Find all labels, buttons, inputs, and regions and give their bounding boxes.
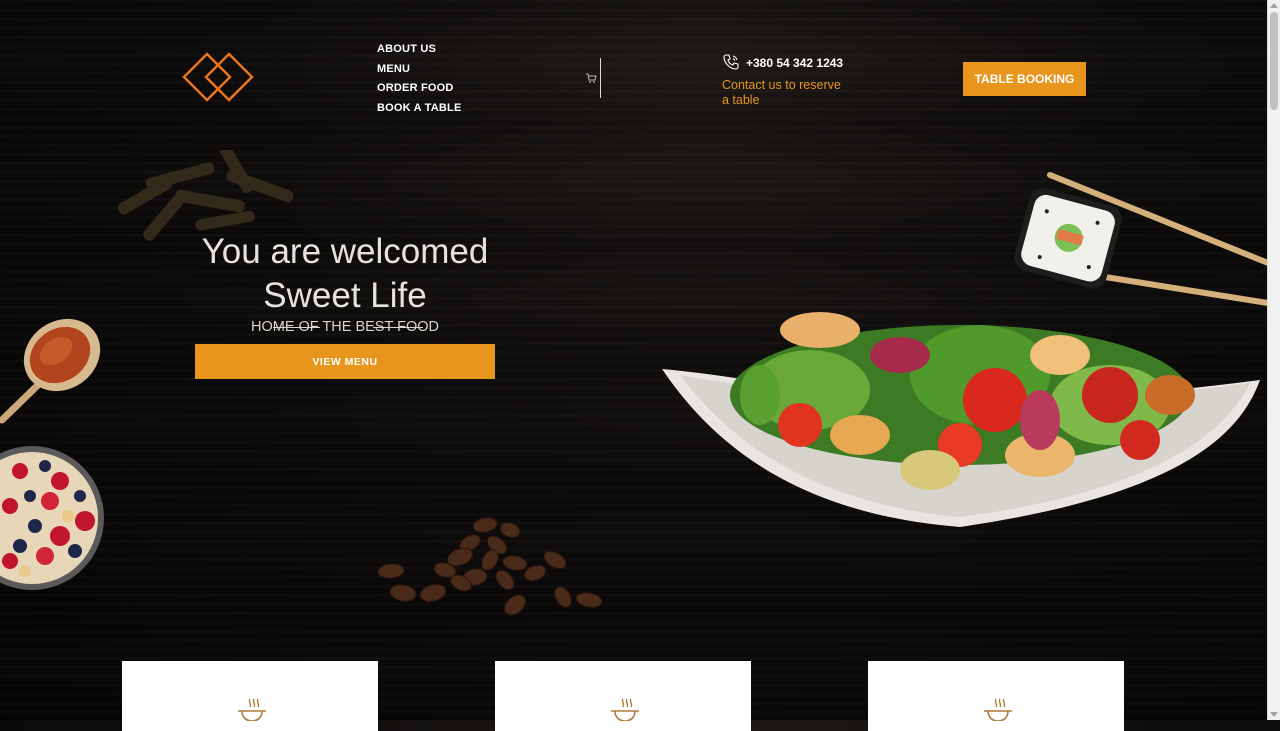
cup-icon bbox=[238, 698, 266, 721]
berry-bowl-decoration bbox=[0, 446, 104, 590]
hero-subtitle: Sweet Life bbox=[263, 276, 427, 315]
cup-icon bbox=[984, 698, 1012, 721]
sushi-chopsticks-decoration bbox=[1014, 172, 1268, 306]
feature-card bbox=[495, 661, 751, 731]
feature-card bbox=[122, 661, 378, 731]
nav-item-book-a-table[interactable]: BOOK A TABLE bbox=[377, 102, 462, 122]
feature-card bbox=[868, 661, 1124, 731]
scroll-down-arrow-icon[interactable] bbox=[1270, 712, 1278, 717]
salad-plate-decoration bbox=[662, 312, 1260, 527]
tagline-strike-1 bbox=[273, 327, 320, 329]
contact-text[interactable]: Contact us to reserve a table bbox=[722, 78, 842, 108]
nav-item-menu[interactable]: MENU bbox=[377, 63, 462, 83]
scrollbar-thumb[interactable] bbox=[1270, 12, 1278, 110]
cup-icon bbox=[611, 698, 639, 721]
tagline-strike-2 bbox=[373, 327, 423, 329]
spice-spoon-decoration bbox=[0, 318, 101, 424]
cart-icon[interactable] bbox=[585, 72, 597, 84]
phone-icon bbox=[723, 54, 739, 70]
scroll-up-arrow-icon[interactable] bbox=[1270, 3, 1278, 8]
coffee-beans-decoration bbox=[377, 517, 603, 616]
logo-diamonds-icon[interactable] bbox=[180, 50, 258, 104]
hero-title: You are welcomed bbox=[201, 232, 489, 271]
nav-item-about-us[interactable]: ABOUT US bbox=[377, 43, 462, 63]
header-divider bbox=[600, 58, 601, 98]
main-nav: ABOUT US MENU ORDER FOOD BOOK A TABLE bbox=[377, 43, 462, 121]
nav-item-order-food[interactable]: ORDER FOOD bbox=[377, 82, 462, 102]
page-scrollbar[interactable] bbox=[1267, 0, 1280, 720]
fries-decoration bbox=[117, 150, 294, 241]
phone-number[interactable]: +380 54 342 1243 bbox=[746, 56, 843, 70]
hero-tagline: HOME OF THE BEST FOOD bbox=[251, 319, 439, 335]
view-menu-button[interactable]: VIEW MENU bbox=[195, 344, 495, 379]
table-booking-button[interactable]: TABLE BOOKING bbox=[963, 62, 1086, 96]
